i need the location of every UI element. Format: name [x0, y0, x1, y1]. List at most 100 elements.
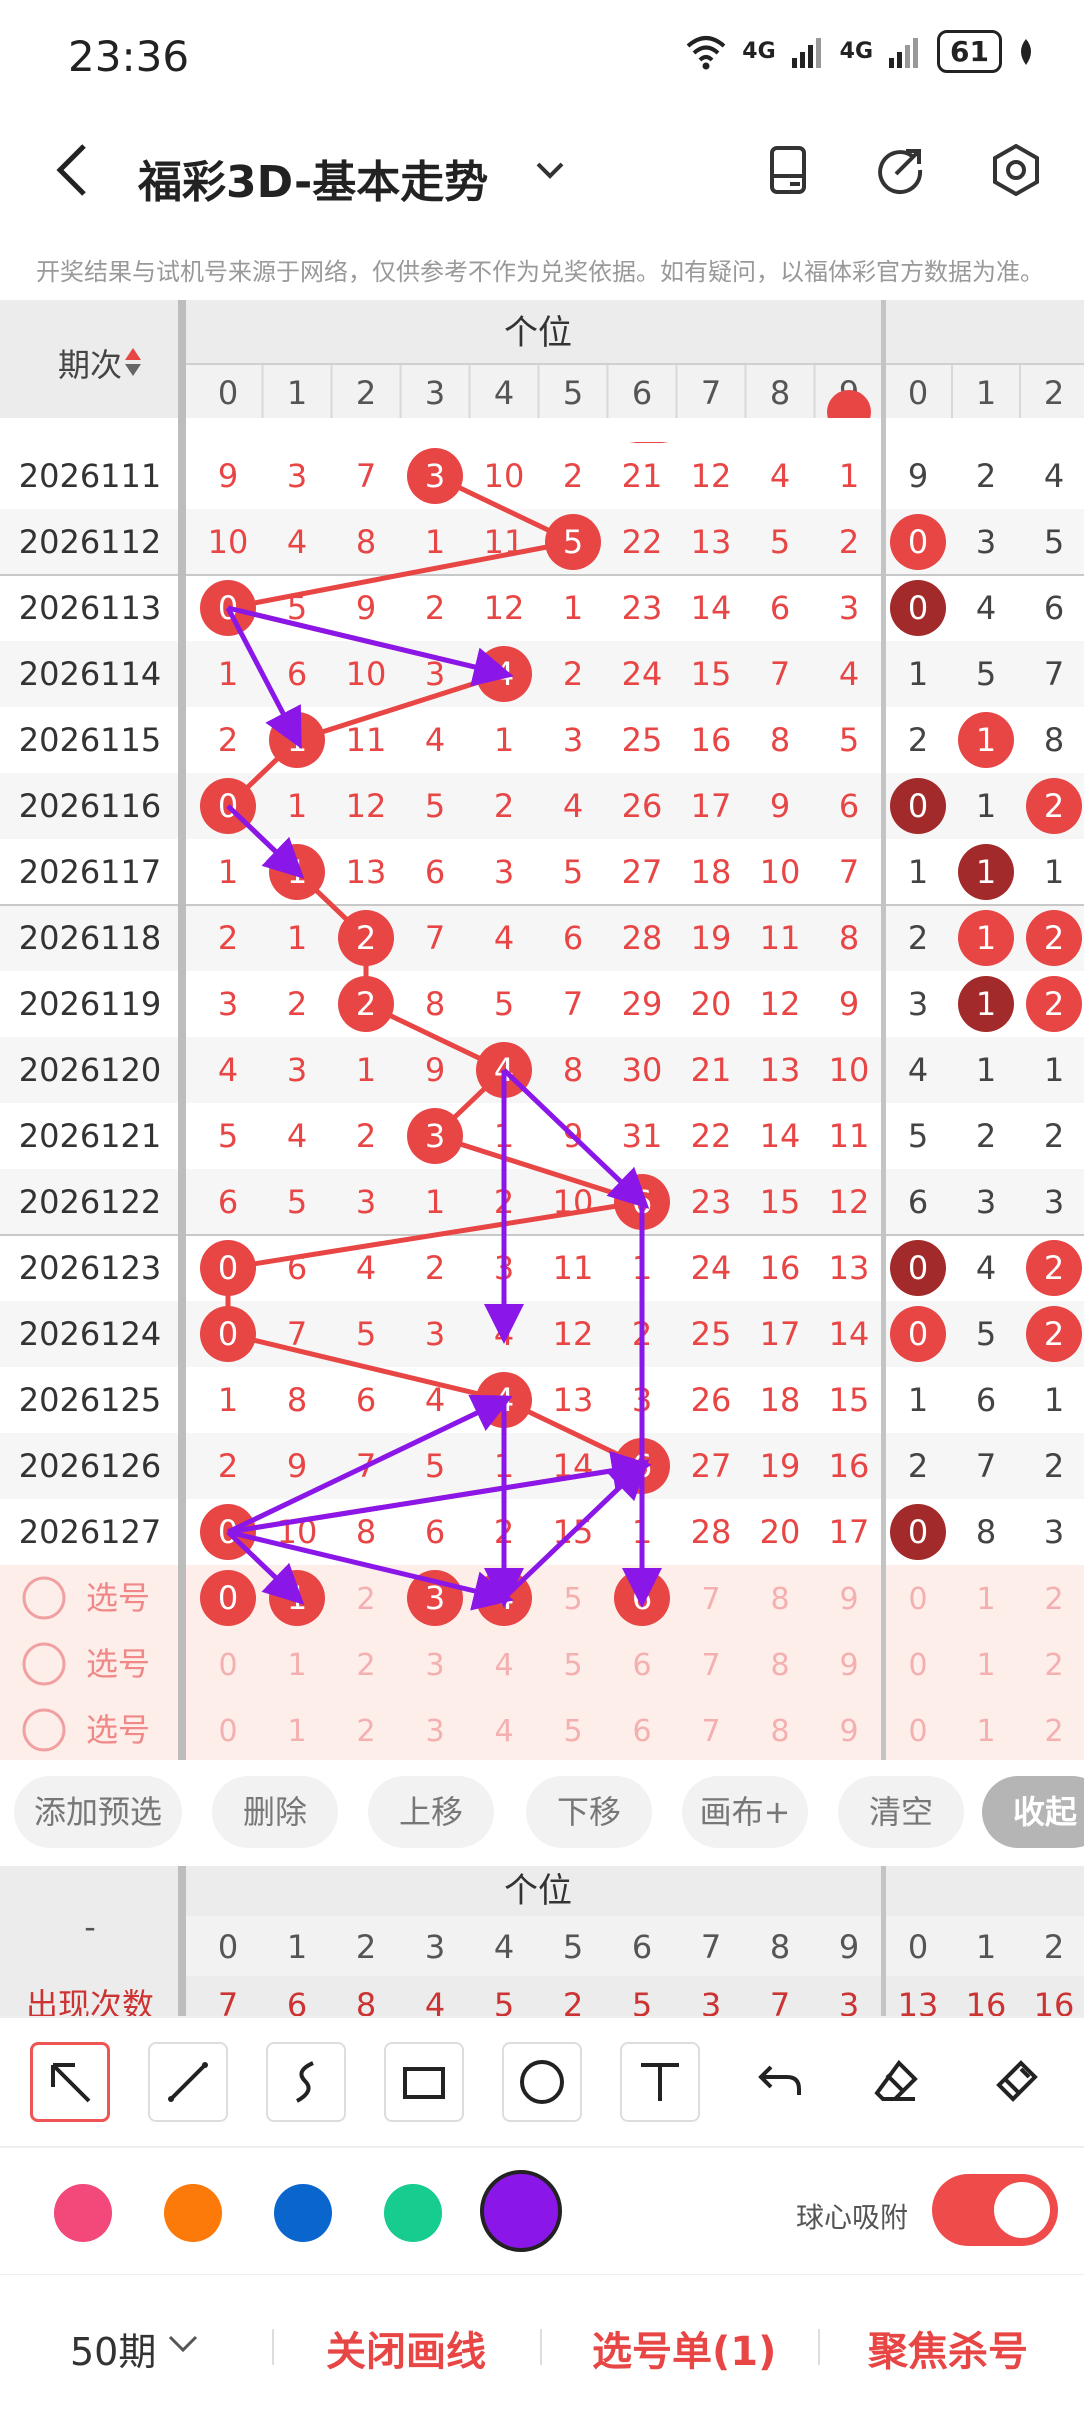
- focus-kill-button[interactable]: 聚焦杀号: [868, 2319, 1028, 2377]
- status-bar: 23:36 4G 4G 61: [0, 0, 1084, 110]
- rectangle-icon[interactable]: [384, 2042, 464, 2122]
- select-side-number[interactable]: 0: [908, 1648, 927, 1683]
- select-number[interactable]: 7: [701, 1582, 720, 1617]
- select-number[interactable]: 7: [701, 1648, 720, 1683]
- miss-count: 2: [218, 1447, 238, 1485]
- miss-count: 12: [484, 589, 525, 627]
- phone-layout-icon[interactable]: [762, 142, 818, 198]
- select-number[interactable]: 9: [839, 1648, 858, 1683]
- side-count: 4: [1044, 457, 1064, 495]
- clear-brush-icon[interactable]: [976, 2042, 1056, 2122]
- select-number[interactable]: 9: [839, 1714, 858, 1749]
- select-number[interactable]: 8: [770, 1714, 789, 1749]
- period-header[interactable]: 期次: [58, 346, 122, 384]
- select-number[interactable]: 5: [563, 1582, 582, 1617]
- side-hit-number: 1: [976, 853, 996, 891]
- side-count: 2: [976, 1117, 996, 1155]
- select-number[interactable]: 6: [632, 1714, 651, 1749]
- select-side-number[interactable]: 0: [908, 1714, 927, 1749]
- color-swatch-pink[interactable]: [54, 2184, 112, 2242]
- selection-list-button[interactable]: 选号单(1): [592, 2319, 776, 2377]
- select-side-number[interactable]: 0: [908, 1582, 927, 1617]
- miss-count: 27: [622, 853, 663, 891]
- select-number[interactable]: 3: [425, 1648, 444, 1683]
- select-number[interactable]: 4: [494, 1648, 513, 1683]
- select-number[interactable]: 5: [563, 1648, 582, 1683]
- select-number[interactable]: 2: [356, 1714, 375, 1749]
- miss-count: 6: [218, 1183, 238, 1221]
- delete-button[interactable]: 删除: [212, 1776, 338, 1848]
- select-arrow-icon[interactable]: [30, 2042, 110, 2122]
- share-icon[interactable]: [872, 142, 928, 198]
- select-label[interactable]: 选号: [86, 1645, 150, 1683]
- select-number[interactable]: 1: [287, 1648, 306, 1683]
- curve-icon[interactable]: [266, 2042, 346, 2122]
- color-swatch-purple[interactable]: [480, 2170, 562, 2252]
- miss-count: 11: [829, 1117, 870, 1155]
- add-preselect-button[interactable]: 添加预选: [14, 1776, 182, 1848]
- select-label[interactable]: 选号: [86, 1579, 150, 1617]
- select-number[interactable]: 9: [839, 1582, 858, 1617]
- select-side-number[interactable]: 2: [1044, 1648, 1063, 1683]
- clear-button[interactable]: 清空: [838, 1776, 964, 1848]
- select-side-number[interactable]: 1: [976, 1648, 995, 1683]
- line-icon[interactable]: [148, 2042, 228, 2122]
- page-title[interactable]: 福彩3D-基本走势: [138, 146, 488, 210]
- digit-header: 0: [218, 374, 238, 412]
- miss-count: 4: [287, 1117, 307, 1155]
- select-side-number[interactable]: 1: [976, 1582, 995, 1617]
- miss-count: 23: [622, 589, 663, 627]
- drawing-toolbar: [0, 2016, 1084, 2146]
- miss-count: 19: [760, 1447, 801, 1485]
- canvas-plus-button[interactable]: 画布+: [682, 1776, 808, 1848]
- select-number[interactable]: 8: [770, 1648, 789, 1683]
- miss-count: 1: [218, 853, 238, 891]
- select-number[interactable]: 4: [494, 1714, 513, 1749]
- move-up-button[interactable]: 上移: [368, 1776, 494, 1848]
- close-drawing-button[interactable]: 关闭画线: [326, 2319, 486, 2377]
- select-number[interactable]: 3: [425, 1714, 444, 1749]
- digit-header: 6: [632, 374, 652, 412]
- select-number[interactable]: 8: [770, 1582, 789, 1617]
- color-swatch-green[interactable]: [384, 2184, 442, 2242]
- select-number[interactable]: 5: [563, 1714, 582, 1749]
- color-swatch-orange[interactable]: [164, 2184, 222, 2242]
- stats-digit: 7: [701, 1928, 721, 1966]
- select-number[interactable]: 1: [287, 1714, 306, 1749]
- period-divider: [178, 1866, 186, 2016]
- snap-toggle[interactable]: [932, 2174, 1058, 2246]
- select-side-number[interactable]: 2: [1044, 1714, 1063, 1749]
- select-side-number[interactable]: 1: [976, 1714, 995, 1749]
- select-number[interactable]: 0: [218, 1714, 237, 1749]
- select-number[interactable]: 2: [356, 1648, 375, 1683]
- select-number[interactable]: 0: [218, 1648, 237, 1683]
- move-down-button[interactable]: 下移: [526, 1776, 652, 1848]
- chevron-down-icon[interactable]: [530, 150, 570, 190]
- period-selector[interactable]: 50期: [70, 2321, 156, 2376]
- select-number[interactable]: 6: [632, 1648, 651, 1683]
- select-side-number[interactable]: 2: [1044, 1582, 1063, 1617]
- text-icon[interactable]: [620, 2042, 700, 2122]
- period-divider: [178, 300, 186, 1760]
- color-swatch-blue[interactable]: [274, 2184, 332, 2242]
- settings-hexagon-icon[interactable]: [988, 142, 1044, 198]
- circle-icon[interactable]: [502, 2042, 582, 2122]
- trend-chart-grid[interactable]: 期次个位012345678901220261112026112202611320…: [0, 300, 1084, 1760]
- miss-count: 17: [829, 1513, 870, 1551]
- select-label[interactable]: 选号: [86, 1711, 150, 1749]
- collapse-button[interactable]: 收起: [982, 1776, 1084, 1848]
- side-hit-number: 1: [976, 919, 996, 957]
- undo-icon[interactable]: [740, 2042, 820, 2122]
- side-digit-header: 2: [1044, 374, 1064, 412]
- back-arrow-icon[interactable]: [52, 140, 92, 200]
- side-hit-number: 0: [908, 787, 928, 825]
- select-number[interactable]: 2: [356, 1582, 375, 1617]
- eraser-icon[interactable]: [856, 2042, 936, 2122]
- miss-count: 4: [425, 721, 445, 759]
- chevron-down-icon[interactable]: [166, 2333, 200, 2357]
- select-number[interactable]: 7: [701, 1714, 720, 1749]
- miss-count: 6: [425, 853, 445, 891]
- side-count: 3: [976, 1183, 996, 1221]
- side-count: 1: [908, 655, 928, 693]
- group-divider: [881, 300, 886, 1760]
